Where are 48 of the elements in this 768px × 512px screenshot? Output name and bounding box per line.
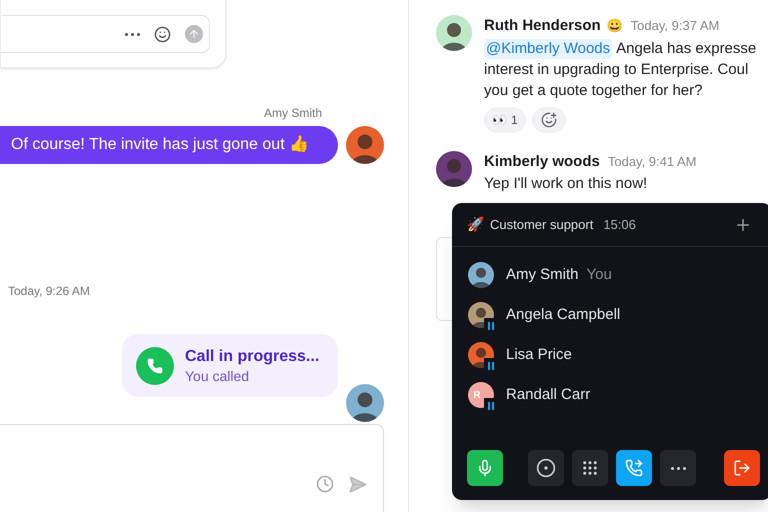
message-text: Angela has expresse — [616, 38, 756, 58]
participant-name: Amy Smith — [506, 264, 579, 285]
transfer-button[interactable] — [616, 450, 652, 486]
call-card[interactable]: Call in progress... You called — [122, 334, 338, 397]
message-time: Today, 9:37 AM — [630, 17, 720, 35]
author-name: Ruth Henderson — [484, 16, 601, 36]
leave-button[interactable] — [724, 450, 760, 486]
message-text: interest in upgrading to Enterprise. Coul — [484, 60, 748, 80]
microphone-icon — [476, 459, 494, 477]
phone-forward-icon — [625, 459, 643, 477]
mic-button[interactable] — [467, 450, 503, 486]
call-name: Customer support — [490, 216, 594, 234]
more-icon — [670, 466, 686, 470]
avatar — [468, 262, 494, 288]
message-text: you get a quote together for her? — [484, 80, 702, 100]
status-emoji: 😀 — [606, 17, 623, 35]
call-subtitle: You called — [185, 366, 250, 384]
header-emoji: 🚀 — [467, 215, 484, 234]
message-text: Yep I'll work on this now! — [484, 174, 648, 194]
you-tag: You — [586, 264, 612, 286]
exit-icon — [733, 459, 751, 477]
author-name: Kimberly woods — [484, 152, 600, 172]
participant-name: Lisa Price — [506, 344, 572, 365]
arrow-up-icon — [188, 28, 200, 40]
emoji-icon[interactable] — [154, 26, 171, 42]
mention-link[interactable]: @Kimberly Woods — [484, 38, 612, 58]
avatar — [436, 150, 472, 186]
call-title: Call in progress... — [185, 346, 320, 366]
message-time: Today, 9:41 AM — [608, 152, 697, 171]
avatar — [436, 15, 472, 51]
record-icon — [536, 458, 556, 478]
avatar — [346, 384, 384, 422]
sender-name: Amy Smith — [264, 105, 322, 122]
timestamp: Today, 9:26 AM — [8, 284, 90, 298]
avatar — [346, 126, 384, 164]
message-bubble: Of course! The invite has just gone out 👍 — [0, 126, 338, 164]
message-field[interactable] — [1, 15, 210, 53]
more-icon — [125, 32, 140, 36]
phone-icon — [136, 346, 174, 384]
keypad-icon — [581, 459, 599, 477]
add-reaction-button[interactable] — [532, 106, 566, 132]
record-button[interactable] — [528, 450, 564, 486]
participant-name: Angela Campbell — [506, 304, 620, 325]
add-emoji-icon — [540, 112, 557, 128]
reaction-chip[interactable]: 👀 1 — [484, 106, 526, 132]
participant-name: Randall Carr — [506, 384, 590, 405]
call-timer: 15:06 — [603, 216, 636, 234]
keypad-button[interactable] — [572, 450, 608, 486]
